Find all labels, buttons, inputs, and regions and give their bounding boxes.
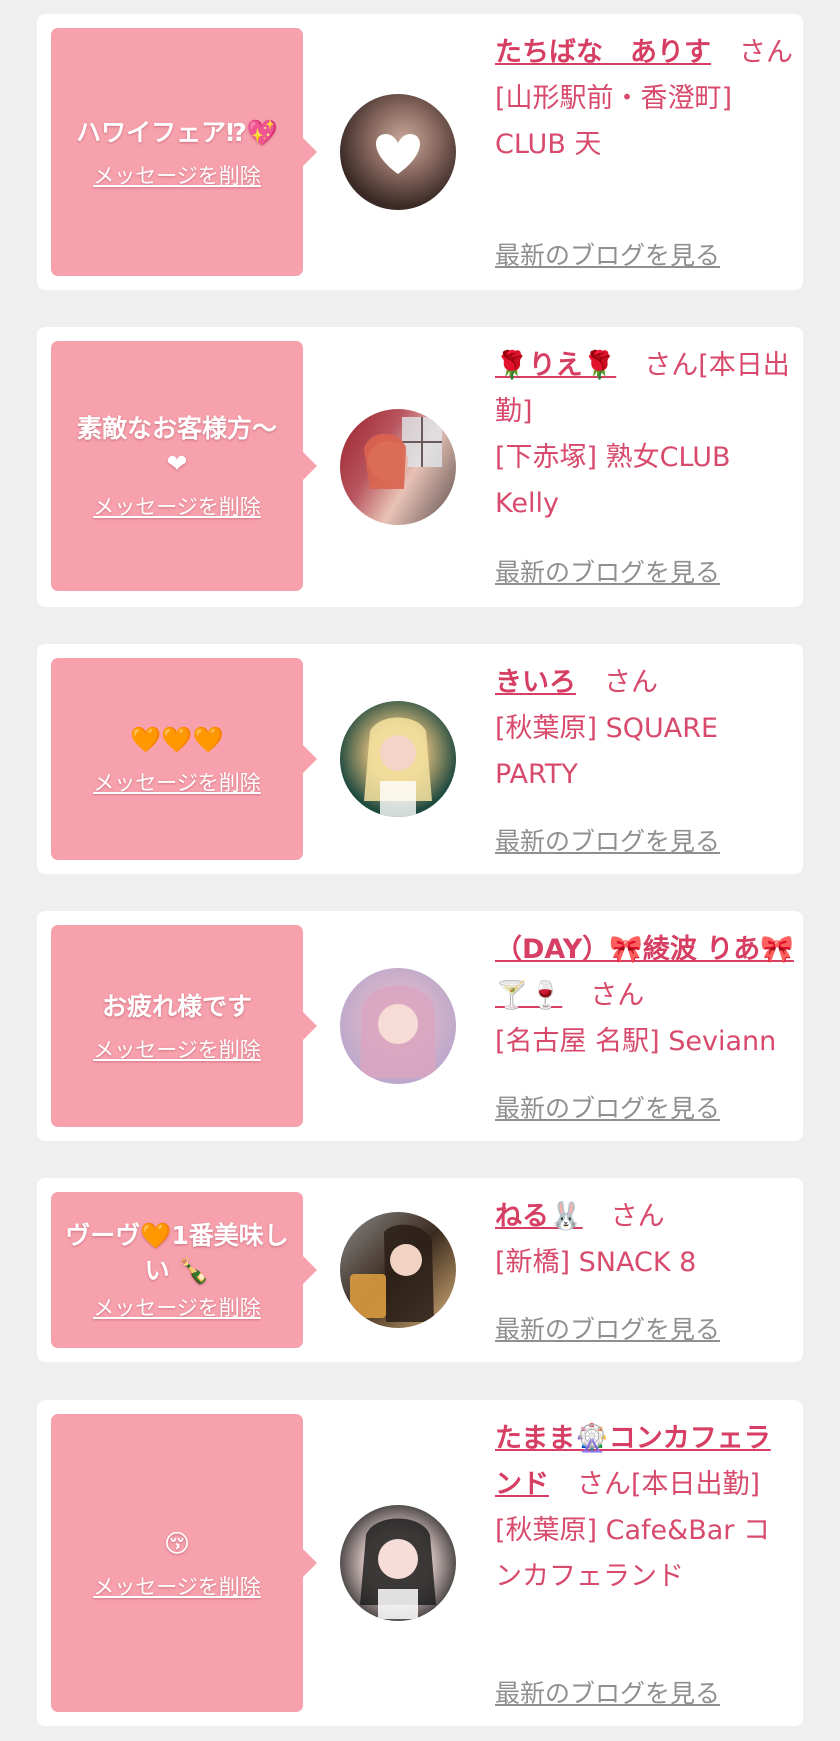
shop-info: [下赤塚] 熟女CLUB Kelly <box>495 442 731 519</box>
photo-twintail-icon <box>360 1518 436 1619</box>
message-text: 🧡🧡🧡 <box>130 724 224 754</box>
shop-info: [新橋] SNACK 8 <box>495 1247 697 1278</box>
message-card: 😚 メッセージを削除 たまま🎡コンカフェランド さん[本日出勤] [秋葉原] Ca… <box>37 1400 803 1726</box>
cast-name-link[interactable]: ねる🐰 <box>495 1201 583 1232</box>
delete-message-link[interactable]: メッセージを削除 <box>93 1571 261 1601</box>
cast-info: （DAY）🎀綾波 りあ🎀🍸🍷 さん [名古屋 名駅] Seviann <box>495 927 795 1065</box>
message-bubble: ハワイフェア⁉💖 メッセージを削除 <box>51 28 317 276</box>
photo-window-icon <box>364 417 442 489</box>
message-card: ヴーヴ🧡1番美味しい 🍾 メッセージを削除 ねる🐰 さん [新橋] SNACK 8… <box>37 1178 803 1362</box>
shop-info: [秋葉原] SQUARE PARTY <box>495 713 719 790</box>
heart-sticker-icon <box>376 134 420 174</box>
photo-pink-hair-icon <box>360 985 436 1078</box>
message-bubble: お疲れ様です メッセージを削除 <box>51 925 317 1127</box>
message-bubble: 素敵なお客様方〜 ❤ メッセージを削除 <box>51 341 317 591</box>
message-bubble: 🧡🧡🧡 メッセージを削除 <box>51 658 317 860</box>
delete-message-link[interactable]: メッセージを削除 <box>93 1034 261 1064</box>
latest-blog-link[interactable]: 最新のブログを見る <box>495 1674 720 1710</box>
message-card: ハワイフェア⁉💖 メッセージを削除 たちばな ありす さん [山形駅前・香澄町] … <box>37 14 803 290</box>
cast-info: たちばな ありす さん [山形駅前・香澄町] CLUB 天 <box>495 30 795 168</box>
latest-blog-link[interactable]: 最新のブログを見る <box>495 553 720 589</box>
delete-message-link[interactable]: メッセージを削除 <box>93 767 261 797</box>
photo-blonde-icon <box>364 717 432 817</box>
cast-name-link[interactable]: たちばな ありす <box>495 37 711 68</box>
latest-blog-link[interactable]: 最新のブログを見る <box>495 822 720 858</box>
avatar[interactable] <box>340 1212 456 1328</box>
delete-message-link[interactable]: メッセージを削除 <box>93 160 261 190</box>
message-text: 素敵なお客様方〜 ❤ <box>76 414 277 478</box>
delete-message-link[interactable]: メッセージを削除 <box>93 1292 261 1322</box>
message-bubble: 😚 メッセージを削除 <box>51 1414 317 1712</box>
cast-name-link[interactable]: きいろ <box>495 667 576 698</box>
message-text: ハワイフェア⁉💖 <box>76 117 278 147</box>
cast-name-link[interactable]: （DAY）🎀綾波 りあ🎀🍸🍷 <box>495 934 794 1011</box>
delete-message-link[interactable]: メッセージを削除 <box>93 491 261 521</box>
message-card: 素敵なお客様方〜 ❤ メッセージを削除 🌹りえ🌹 さん[本日出勤] [下赤塚] 熟… <box>37 327 803 607</box>
avatar[interactable] <box>340 701 456 817</box>
avatar[interactable] <box>340 1505 456 1621</box>
shop-info: [名古屋 名駅] Seviann <box>495 1026 777 1057</box>
cast-info: たまま🎡コンカフェランド さん[本日出勤] [秋葉原] Cafe&Bar コンカフ… <box>495 1416 795 1600</box>
honorific: さん <box>610 1201 665 1232</box>
message-bubble: ヴーヴ🧡1番美味しい 🍾 メッセージを削除 <box>51 1192 317 1348</box>
honorific: さん[本日出勤] <box>577 1469 761 1500</box>
avatar[interactable] <box>340 94 456 210</box>
photo-beer-icon <box>350 1224 434 1322</box>
latest-blog-link[interactable]: 最新のブログを見る <box>495 1089 720 1125</box>
message-card: お疲れ様です メッセージを削除 （DAY）🎀綾波 りあ🎀🍸🍷 さん [名古屋 名駅… <box>37 911 803 1141</box>
avatar[interactable] <box>340 409 456 525</box>
message-text: お疲れ様です <box>101 991 252 1021</box>
latest-blog-link[interactable]: 最新のブログを見る <box>495 1310 720 1346</box>
cast-info: 🌹りえ🌹 さん[本日出勤] [下赤塚] 熟女CLUB Kelly <box>495 343 795 527</box>
latest-blog-link[interactable]: 最新のブログを見る <box>495 236 720 272</box>
shop-info: [秋葉原] Cafe&Bar コンカフェランド <box>495 1515 770 1592</box>
honorific: さん <box>590 980 645 1011</box>
message-card: 🧡🧡🧡 メッセージを削除 きいろ さん [秋葉原] SQUARE PARTY 最新… <box>37 644 803 874</box>
message-text: ヴーヴ🧡1番美味しい 🍾 <box>65 1221 289 1285</box>
honorific: さん <box>604 667 658 698</box>
cast-info: ねる🐰 さん [新橋] SNACK 8 <box>495 1194 795 1286</box>
cast-name-link[interactable]: 🌹りえ🌹 <box>495 350 616 381</box>
message-text: 😚 <box>163 1528 191 1558</box>
honorific: さん <box>739 37 793 68</box>
shop-info: [山形駅前・香澄町] CLUB 天 <box>495 83 733 160</box>
avatar[interactable] <box>340 968 456 1084</box>
cast-info: きいろ さん [秋葉原] SQUARE PARTY <box>495 660 795 798</box>
